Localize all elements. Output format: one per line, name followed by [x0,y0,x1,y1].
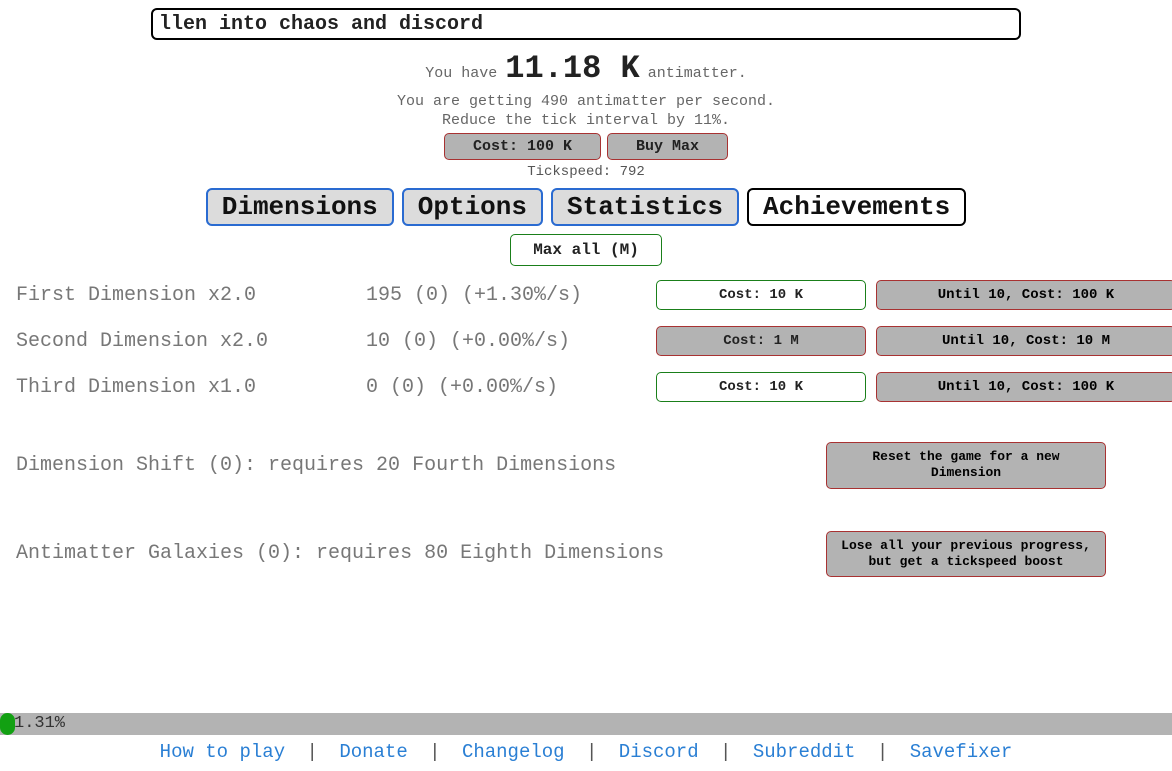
tick-reduce-text: Reduce the tick interval by 11%. [442,112,730,129]
dimension-row: Second Dimension x2.0 10 (0) (+0.00%/s) Co… [16,326,1156,356]
dimension-name: Second Dimension x2.0 [16,330,356,353]
dimension-buy-until-button[interactable]: Until 10, Cost: 100 K [876,280,1172,310]
tab-bar: Dimensions Options Statistics Achievemen… [206,188,967,226]
dimension-buy-one-button[interactable]: Cost: 1 M [656,326,866,356]
dimension-buy-one-button[interactable]: Cost: 10 K [656,372,866,402]
dimension-name: Third Dimension x1.0 [16,376,356,399]
dimension-stats: 195 (0) (+1.30%/s) [366,284,646,307]
link-subreddit[interactable]: Subreddit [753,741,856,763]
dimension-name: First Dimension x2.0 [16,284,356,307]
link-savefixer[interactable]: Savefixer [910,741,1013,763]
tickspeed-cost-button[interactable]: Cost: 100 K [444,133,601,160]
tab-options[interactable]: Options [402,188,543,226]
dimension-buy-one-button[interactable]: Cost: 10 K [656,280,866,310]
tickspeed-value: Tickspeed: 792 [527,164,645,180]
dimension-stats: 0 (0) (+0.00%/s) [366,376,646,399]
separator: | [877,741,888,763]
antimatter-prefix: You have [425,65,497,82]
antimatter-galaxy-label: Antimatter Galaxies (0): requires 80 Eig… [16,542,806,565]
news-ticker: llen into chaos and discord [151,8,1021,40]
tab-dimensions[interactable]: Dimensions [206,188,394,226]
dimension-shift-label: Dimension Shift (0): requires 20 Fourth … [16,454,806,477]
link-donate[interactable]: Donate [339,741,407,763]
tickspeed-buymax-button[interactable]: Buy Max [607,133,728,160]
dimension-buy-until-button[interactable]: Until 10, Cost: 100 K [876,372,1172,402]
dimension-shift-button[interactable]: Reset the game for a new Dimension [826,442,1106,489]
progress-bar: 1.31% [0,713,1172,735]
antimatter-galaxy-button[interactable]: Lose all your previous progress, but get… [826,531,1106,578]
dimension-row: First Dimension x2.0 195 (0) (+1.30%/s) Co… [16,280,1156,310]
separator: | [307,741,318,763]
separator: | [586,741,597,763]
link-discord[interactable]: Discord [619,741,699,763]
separator: | [720,741,731,763]
link-changelog[interactable]: Changelog [462,741,565,763]
antimatter-rate: You are getting 490 antimatter per secon… [397,93,775,110]
link-how-to-play[interactable]: How to play [160,741,285,763]
max-all-button[interactable]: Max all (M) [510,234,662,266]
antimatter-line: You have 11.18 K antimatter. [425,50,746,87]
tab-achievements[interactable]: Achievements [747,188,966,226]
footer-links: How to play | Donate | Changelog | Disco… [0,735,1172,771]
tab-statistics[interactable]: Statistics [551,188,739,226]
separator: | [429,741,440,763]
antimatter-suffix: antimatter. [648,65,747,82]
dimension-row: Third Dimension x1.0 0 (0) (+0.00%/s) Cost… [16,372,1156,402]
antimatter-value: 11.18 K [505,50,639,87]
dimensions-table: First Dimension x2.0 195 (0) (+1.30%/s) Co… [16,280,1156,418]
progress-label: 1.31% [14,713,65,735]
footer: 1.31% How to play | Donate | Changelog |… [0,713,1172,771]
dimension-buy-until-button[interactable]: Until 10, Cost: 10 M [876,326,1172,356]
dimension-stats: 10 (0) (+0.00%/s) [366,330,646,353]
